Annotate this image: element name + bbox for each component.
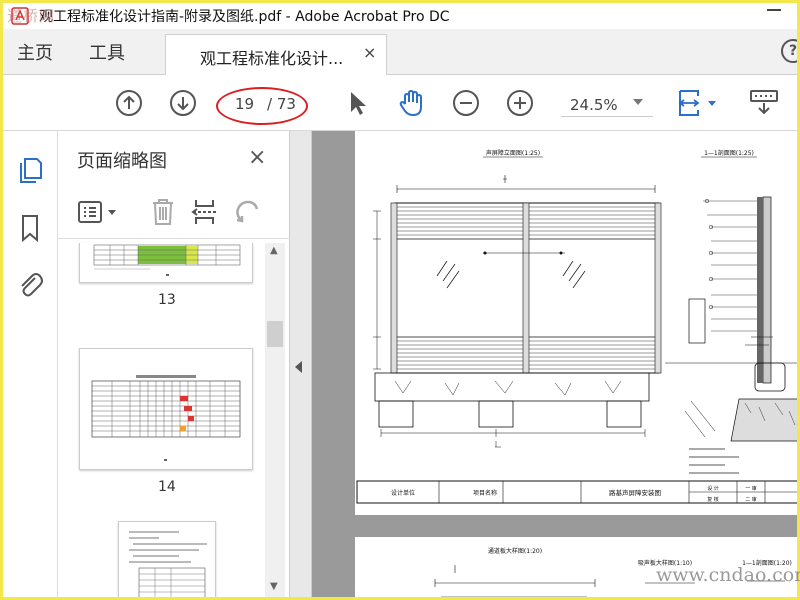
trash-icon xyxy=(153,199,173,225)
title-block-check: 复 核 xyxy=(707,496,719,503)
title-block-review-2: 二 审 xyxy=(745,496,757,503)
watermark-bottom: www.cndao.com xyxy=(656,564,800,586)
arrow-up-circle-icon xyxy=(116,90,142,116)
paperclip-icon xyxy=(21,273,43,297)
thumbnails-panel: 页面缩略图 × 13 14 ▲ ▼ xyxy=(58,131,290,597)
panel-splitter[interactable] xyxy=(290,131,312,597)
section-title: 1—1剖面图(1:25) xyxy=(704,149,754,157)
scrollbar-thumb[interactable] xyxy=(267,321,283,347)
zoom-level-value: 24.5% xyxy=(570,96,618,114)
options-list-icon xyxy=(78,201,116,223)
next-page-button[interactable] xyxy=(169,89,197,117)
minimize-button[interactable] xyxy=(767,9,781,11)
cursor-arrow-icon xyxy=(351,92,366,115)
previous-page-button[interactable] xyxy=(115,89,143,117)
thumbnail-scrollbar[interactable]: ▲ ▼ xyxy=(265,243,285,597)
title-block-review-1: 一 审 xyxy=(745,485,757,492)
thumbnail-label-13: 13 xyxy=(158,292,176,308)
bookmarks-button[interactable] xyxy=(15,213,45,243)
thumbnail-page-15[interactable] xyxy=(118,521,216,597)
thumbnail-options-button[interactable] xyxy=(76,195,120,229)
hand-icon xyxy=(399,89,422,117)
close-panel-button[interactable]: × xyxy=(248,145,266,170)
thumbnail-toolbar xyxy=(58,189,290,239)
tab-document[interactable]: 观工程标准化设计... × xyxy=(165,34,387,76)
scroll-up-icon[interactable]: ▲ xyxy=(270,245,278,256)
collapse-panel-icon[interactable] xyxy=(295,361,302,373)
zoom-level-dropdown[interactable]: 24.5% xyxy=(561,91,653,117)
insert-pages-icon xyxy=(191,200,217,224)
document-page-19: 声屏障立面图(1:25) 1—1剖面图(1:25) 设计单位 项目名称 路基声屏… xyxy=(355,131,797,515)
thumbnail-label-14: 14 xyxy=(158,479,176,495)
title-bar: 观工程标准化设计指南-附录及图纸.pdf - Adobe Acrobat Pro… xyxy=(3,3,797,29)
rotate-page-button[interactable] xyxy=(230,195,264,229)
bookmark-icon xyxy=(22,215,38,242)
rotate-icon xyxy=(236,200,259,223)
fit-page-button[interactable] xyxy=(675,89,723,117)
delete-page-button[interactable] xyxy=(146,195,180,229)
thumbnail-page-14[interactable] xyxy=(79,348,253,470)
main-toolbar: 19 / 73 24.5% xyxy=(3,75,797,131)
panel-title: 页面缩略图 xyxy=(77,151,167,172)
attachments-button[interactable] xyxy=(15,269,45,299)
thumbnail-page-13[interactable] xyxy=(79,243,253,283)
arrow-down-circle-icon xyxy=(170,90,196,116)
tab-home[interactable]: 主页 xyxy=(17,39,53,65)
insert-page-button[interactable] xyxy=(188,195,222,229)
pages-icon xyxy=(20,158,42,183)
fit-width-icon xyxy=(678,90,716,116)
window-title: 观工程标准化设计指南-附录及图纸.pdf - Adobe Acrobat Pro… xyxy=(39,9,450,25)
title-block-designer: 设计单位 xyxy=(391,489,415,497)
select-tool-button[interactable] xyxy=(343,89,371,117)
red-annotation-ellipse xyxy=(216,87,308,125)
elevation-title: 声屏障立面图(1:25) xyxy=(486,149,540,157)
chevron-down-icon xyxy=(633,99,643,105)
menu-tab-bar: 主页 工具 观工程标准化设计... × ? xyxy=(3,29,797,76)
document-view[interactable]: 声屏障立面图(1:25) 1—1剖面图(1:25) 设计单位 项目名称 路基声屏… xyxy=(312,131,797,597)
zoom-out-button[interactable] xyxy=(452,89,480,117)
plus-circle-icon xyxy=(507,90,533,116)
keyboard-tools-button[interactable] xyxy=(747,89,781,117)
title-block-drawing-name: 路基声屏障安装图 xyxy=(609,488,661,497)
acrobat-window: 观工程标准化设计指南-附录及图纸.pdf - Adobe Acrobat Pro… xyxy=(3,3,797,597)
next-page-title-1: 通道板大样图(1:20) xyxy=(488,547,542,555)
help-button[interactable]: ? xyxy=(781,39,797,63)
minus-circle-icon xyxy=(453,90,479,116)
navigation-rail xyxy=(3,131,58,597)
keyboard-down-icon xyxy=(750,90,778,115)
close-tab-button[interactable]: × xyxy=(363,43,376,62)
document-tab-label: 观工程标准化设计... xyxy=(200,49,344,68)
watermark-top: 道桥网 xyxy=(7,7,56,25)
zoom-in-button[interactable] xyxy=(506,89,534,117)
tab-tools[interactable]: 工具 xyxy=(89,39,125,65)
title-block-project: 项目名称 xyxy=(473,489,497,497)
title-block-design: 设 计 xyxy=(707,485,719,492)
page-thumbnails-button[interactable] xyxy=(15,155,45,185)
scroll-down-icon[interactable]: ▼ xyxy=(270,581,278,592)
hand-tool-button[interactable] xyxy=(397,89,425,117)
